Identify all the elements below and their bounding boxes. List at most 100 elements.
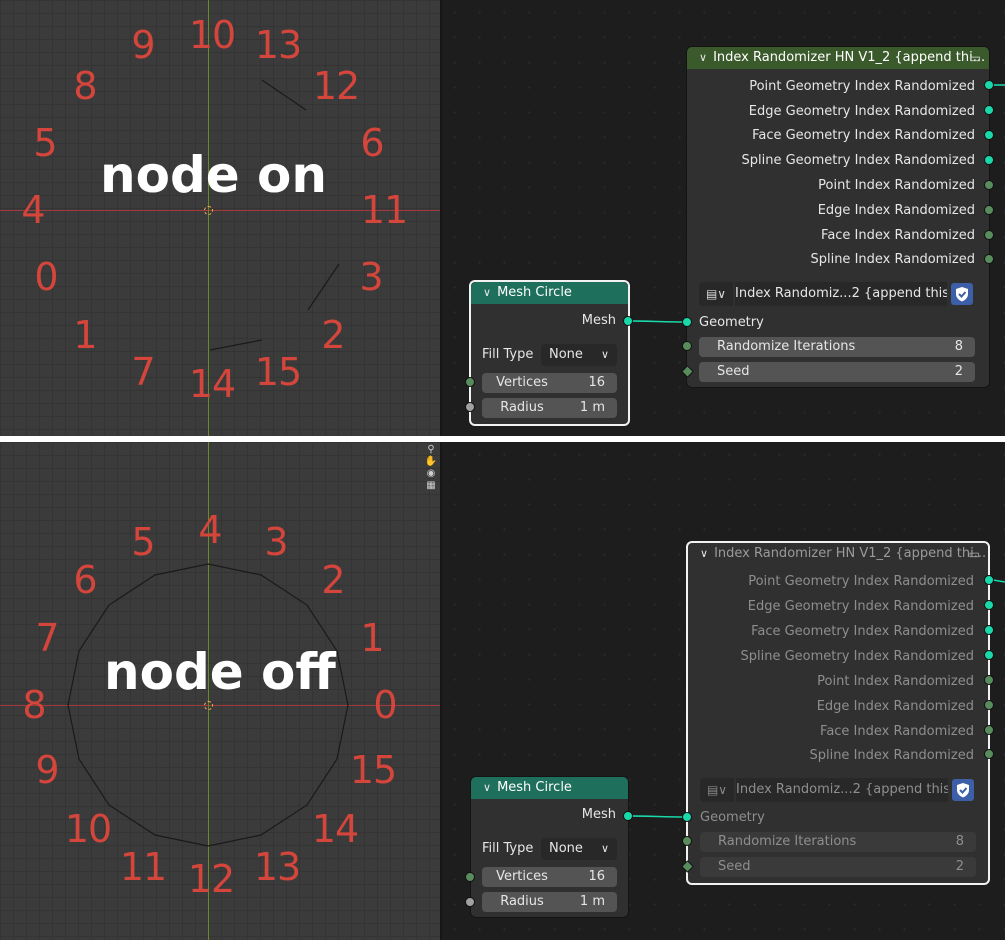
- randomize-iterations-field[interactable]: Randomize Iterations 8: [700, 832, 976, 852]
- field-value: 8: [954, 339, 963, 354]
- output-edge-index: Edge Index Randomized: [817, 203, 975, 218]
- output-mesh-label: Mesh: [581, 807, 616, 822]
- node-group-icon: ▭: [968, 547, 980, 561]
- fake-user-shield-icon[interactable]: [952, 779, 974, 801]
- seed-field[interactable]: Seed 2: [700, 857, 976, 877]
- node-group-selector[interactable]: ▤∨ Index Randomiz...2 {append this}: [699, 282, 975, 306]
- randomize-iterations-field[interactable]: Randomize Iterations 8: [699, 337, 975, 357]
- field-label: Seed: [718, 859, 751, 874]
- panel-node-on: 9 10 13 12 8 5 6 4 11 0 3 1 2 7 14 15 no…: [0, 0, 1005, 436]
- collapse-chevron-icon[interactable]: ∨: [700, 543, 708, 565]
- radius-field[interactable]: Radius 1 m: [482, 892, 617, 912]
- field-label: Seed: [717, 364, 750, 379]
- dropdown-value: None: [549, 347, 583, 362]
- node-title: Mesh Circle: [497, 285, 572, 300]
- socket-input-geometry[interactable]: [682, 317, 692, 327]
- node-header[interactable]: ∨ Mesh Circle: [471, 777, 628, 799]
- output-edge-geometry: Edge Geometry Index Randomized: [747, 599, 974, 614]
- socket-input-iterations[interactable]: [682, 341, 692, 351]
- fill-type-label: Fill Type: [482, 841, 534, 856]
- socket-output-mesh[interactable]: [623, 811, 633, 821]
- output-point-index: Point Index Randomized: [817, 674, 974, 689]
- chevron-down-icon: ∨: [600, 842, 609, 855]
- output-face-geometry: Face Geometry Index Randomized: [752, 128, 975, 143]
- radius-field[interactable]: Radius 1 m: [482, 398, 617, 418]
- socket-input-vertices[interactable]: [465, 872, 475, 882]
- node-group-name[interactable]: Index Randomiz...2 {append this}: [736, 778, 948, 802]
- node-title: Index Randomizer HN V1_2 {append thi...: [713, 50, 986, 65]
- fill-type-dropdown[interactable]: None ∨: [541, 838, 617, 860]
- field-value: 8: [955, 834, 964, 849]
- mesh-circle-node[interactable]: ∨ Mesh Circle Mesh Fill Type None ∨ Vertic…: [470, 776, 629, 918]
- socket-output[interactable]: [984, 725, 994, 735]
- field-label: Radius: [500, 894, 544, 909]
- socket-input-geometry[interactable]: [682, 812, 692, 822]
- field-value: 16: [588, 375, 605, 390]
- output-face-index: Face Index Randomized: [821, 228, 975, 243]
- node-title: Index Randomizer HN V1_2 {append thi...: [714, 546, 987, 561]
- socket-output[interactable]: [984, 625, 994, 635]
- mesh-circle-node[interactable]: ∨ Mesh Circle Mesh Fill Type None ∨ Vertic…: [469, 280, 630, 426]
- socket-output[interactable]: [984, 130, 994, 140]
- vertices-field[interactable]: Vertices 16: [482, 373, 617, 393]
- node-group-name[interactable]: Index Randomiz...2 {append this}: [735, 282, 947, 306]
- field-label: Radius: [500, 400, 544, 415]
- output-edge-index: Edge Index Randomized: [816, 699, 974, 714]
- collapse-chevron-icon[interactable]: ∨: [699, 47, 707, 69]
- node-header[interactable]: ∨ Mesh Circle: [471, 282, 628, 304]
- output-point-index: Point Index Randomized: [818, 178, 975, 193]
- output-spline-geometry: Spline Geometry Index Randomized: [740, 649, 974, 664]
- fill-type-dropdown[interactable]: None ∨: [541, 344, 617, 366]
- output-mesh-label: Mesh: [581, 313, 616, 328]
- socket-output[interactable]: [984, 230, 994, 240]
- socket-output[interactable]: [984, 254, 994, 264]
- collapse-chevron-icon[interactable]: ∨: [483, 777, 491, 799]
- output-spline-index: Spline Index Randomized: [810, 252, 975, 267]
- socket-output[interactable]: [984, 575, 994, 585]
- socket-output[interactable]: [984, 700, 994, 710]
- socket-input-vertices[interactable]: [465, 377, 475, 387]
- dropdown-value: None: [549, 841, 583, 856]
- output-point-geometry: Point Geometry Index Randomized: [749, 79, 975, 94]
- vertices-field[interactable]: Vertices 16: [482, 867, 617, 887]
- socket-output[interactable]: [984, 205, 994, 215]
- socket-input-radius[interactable]: [465, 897, 475, 907]
- output-spline-geometry: Spline Geometry Index Randomized: [741, 153, 975, 168]
- node-tree-icon[interactable]: ▤∨: [699, 282, 733, 306]
- input-geometry-label: Geometry: [700, 810, 765, 825]
- node-header[interactable]: ∨ Index Randomizer HN V1_2 {append thi...…: [688, 543, 988, 565]
- index-randomizer-node[interactable]: ∨ Index Randomizer HN V1_2 {append thi...…: [686, 46, 990, 388]
- fill-type-label: Fill Type: [482, 347, 534, 362]
- collapse-chevron-icon[interactable]: ∨: [483, 282, 491, 304]
- socket-input-iterations[interactable]: [682, 836, 692, 846]
- output-face-geometry: Face Geometry Index Randomized: [751, 624, 974, 639]
- socket-output[interactable]: [984, 675, 994, 685]
- seed-field[interactable]: Seed 2: [699, 362, 975, 382]
- field-label: Vertices: [496, 869, 548, 884]
- node-tree-icon[interactable]: ▤∨: [700, 778, 734, 802]
- output-face-index: Face Index Randomized: [820, 724, 974, 739]
- node-group-icon: ▭: [969, 51, 981, 65]
- socket-output[interactable]: [984, 180, 994, 190]
- output-spline-index: Spline Index Randomized: [809, 748, 974, 763]
- socket-output[interactable]: [984, 650, 994, 660]
- field-label: Vertices: [496, 375, 548, 390]
- socket-output[interactable]: [984, 749, 994, 759]
- socket-output[interactable]: [984, 155, 994, 165]
- socket-input-radius[interactable]: [465, 402, 475, 412]
- socket-output[interactable]: [984, 600, 994, 610]
- chevron-down-icon: ∨: [600, 348, 609, 361]
- field-value: 16: [588, 869, 605, 884]
- output-edge-geometry: Edge Geometry Index Randomized: [748, 104, 975, 119]
- fake-user-shield-icon[interactable]: [951, 283, 973, 305]
- input-geometry-label: Geometry: [699, 315, 764, 330]
- socket-output[interactable]: [984, 80, 994, 90]
- field-value: 2: [955, 859, 964, 874]
- socket-output-mesh[interactable]: [623, 316, 633, 326]
- socket-output[interactable]: [984, 105, 994, 115]
- node-header[interactable]: ∨ Index Randomizer HN V1_2 {append thi...…: [687, 47, 989, 69]
- node-title: Mesh Circle: [497, 780, 572, 795]
- index-randomizer-node[interactable]: ∨ Index Randomizer HN V1_2 {append thi...…: [686, 541, 990, 885]
- field-value: 1 m: [579, 894, 605, 909]
- node-group-selector[interactable]: ▤∨ Index Randomiz...2 {append this}: [700, 778, 976, 802]
